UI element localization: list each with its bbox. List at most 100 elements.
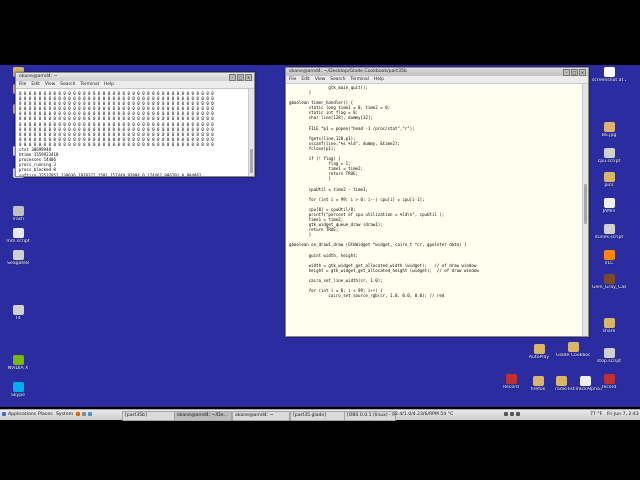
- editor-terminal-window[interactable]: okane@amd4: ~/Desktop/Glade Cookbook/par…: [285, 67, 589, 337]
- desktop-icon-left-5[interactable]: Trash: [1, 206, 35, 222]
- network-icon[interactable]: [504, 411, 508, 416]
- menu-help[interactable]: Help: [374, 76, 384, 83]
- terminal-titlebar[interactable]: okane@amd4: ~ – □ ×: [16, 73, 254, 81]
- terminal-scrollbar[interactable]: [248, 89, 254, 176]
- menu-view[interactable]: View: [45, 81, 55, 88]
- desktop-icon-label: listTrackAlpha.mps: [568, 387, 602, 392]
- terminal-line: 0 0 0 0 0 0 0 0 0 0 0 0 0 0 0 0 0 0 0 0 …: [19, 116, 214, 122]
- close-icon[interactable]: ×: [579, 69, 586, 76]
- desktop-icon-right-8[interactable]: share: [592, 318, 626, 334]
- tray-icons: [504, 411, 540, 419]
- desktop-icon-label: BS.jpg: [601, 133, 617, 138]
- script-icon: [603, 148, 615, 158]
- folder-icon: [532, 376, 544, 386]
- desktop-icon-right-4[interactable]: JAMin: [592, 198, 626, 214]
- menu-help[interactable]: Help: [104, 81, 114, 88]
- clock[interactable]: Fri Jun 7, 2:43 PM: [607, 411, 640, 419]
- editor-scrollbar-thumb[interactable]: [584, 184, 587, 224]
- desktop-icon-bottom-1[interactable]: Glade Cookbook: [556, 342, 590, 358]
- video-icon: [603, 274, 615, 284]
- menu-view[interactable]: View: [315, 76, 325, 83]
- desktop-icon-label: itunes.script: [594, 235, 624, 240]
- taskbar-task[interactable]: [OBS 0.0.1 (linux) - P...: [344, 411, 396, 421]
- applications-icon: [2, 411, 6, 416]
- taskbar-task[interactable]: [part35b]: [122, 411, 176, 421]
- desktop-icon-right-3[interactable]: pics: [592, 172, 626, 188]
- desktop-icon-right-2[interactable]: cpu.script: [592, 148, 626, 164]
- menu-file[interactable]: File: [19, 81, 26, 88]
- system-menu[interactable]: System: [56, 411, 73, 419]
- taskbar-task[interactable]: [part35.glade]: [290, 411, 348, 421]
- bottom-black-bar: [0, 420, 640, 480]
- terminal-launcher-icon[interactable]: [82, 411, 86, 416]
- terminal-scrollbar-thumb[interactable]: [250, 149, 253, 173]
- code-area[interactable]: gtk_main_quit(); } gboolean timer_handler…: [286, 84, 582, 336]
- desktop-icon-left-7[interactable]: Seagate8: [1, 250, 35, 266]
- battery-icon[interactable]: [516, 411, 520, 416]
- image-icon: [603, 67, 615, 77]
- desktop-icon-label: Glen_Gray_Casa_Loma_Stomp.mp4: [592, 285, 626, 290]
- desktop-icon-right-9[interactable]: stop.script: [592, 348, 626, 364]
- maximize-icon[interactable]: □: [237, 74, 244, 81]
- desktop-icon-bottom-0[interactable]: AutoPlay: [522, 344, 556, 360]
- desktop-icon-right-0[interactable]: screenshot at 2018-01-23 12-18-01...: [592, 67, 626, 83]
- terminal-output[interactable]: 0 0 0 0 0 0 0 0 0 0 0 0 0 0 0 0 0 0 0 0 …: [16, 89, 248, 176]
- folder-icon: [555, 376, 567, 386]
- script-icon: [603, 224, 615, 234]
- drive-icon: [12, 250, 24, 260]
- editor-titlebar[interactable]: okane@amd4: ~/Desktop/Glade Cookbook/par…: [286, 68, 588, 76]
- minimize-icon[interactable]: –: [229, 74, 236, 81]
- desktop-icon-label: T4: [15, 316, 21, 321]
- editor-scrollbar[interactable]: [582, 84, 588, 336]
- desktop-icon-label: stop.script: [596, 359, 622, 364]
- desktop-icon-label: Skype: [11, 393, 25, 398]
- desktop-icon-bottom-5[interactable]: listTrackAlpha.mps: [568, 376, 602, 392]
- system-monitor: 2.4/1.0/4.23/6/RPM 54 °C: [395, 412, 454, 417]
- desktop-icon-label: JAMin: [602, 209, 616, 214]
- nvidia-icon: [12, 355, 24, 365]
- firefox-icon[interactable]: [76, 411, 80, 416]
- editor-menubar: File Edit View Search Terminal Help: [286, 76, 588, 84]
- desktop-icon-left-6[interactable]: mm.script: [1, 228, 35, 244]
- desktop-icon-right-5[interactable]: itunes.script: [592, 224, 626, 240]
- menu-edit[interactable]: Edit: [301, 76, 310, 83]
- menu-terminal[interactable]: Terminal: [80, 81, 99, 88]
- desktop-icon-left-9[interactable]: NVIDIA X: [1, 355, 35, 371]
- launcher-icons: [76, 411, 94, 419]
- document-icon: [579, 376, 591, 386]
- desktop-icon-left-8[interactable]: T4: [1, 305, 35, 321]
- volume-icon[interactable]: [510, 411, 514, 416]
- applications-menu[interactable]: Applications: [2, 411, 36, 419]
- menu-terminal[interactable]: Terminal: [350, 76, 369, 83]
- menu-file[interactable]: File: [289, 76, 296, 83]
- desktop-icon-right-7[interactable]: Glen_Gray_Casa_Loma_Stomp.mp4: [592, 274, 626, 290]
- script-icon: [603, 348, 615, 358]
- weather[interactable]: 77 °F: [590, 411, 602, 419]
- taskbar-task[interactable]: okane@amd4: ~/De...: [174, 411, 232, 421]
- desktop-icon-right-6[interactable]: VLC: [592, 250, 626, 266]
- minimize-icon[interactable]: –: [563, 69, 570, 76]
- image-icon: [603, 122, 615, 132]
- desktop-icon-left-10[interactable]: Skype: [1, 382, 35, 398]
- maximize-icon[interactable]: □: [571, 69, 578, 76]
- record-icon: [603, 374, 615, 384]
- places-menu[interactable]: Places: [38, 411, 53, 419]
- desktop-icon-right-1[interactable]: BS.jpg: [592, 122, 626, 138]
- desktop-icon-label: mm.script: [6, 239, 30, 244]
- close-icon[interactable]: ×: [245, 74, 252, 81]
- desktop-icon-label: Glade Cookbook: [556, 353, 590, 358]
- terminal-window[interactable]: okane@amd4: ~ – □ × File Edit View Searc…: [15, 72, 255, 177]
- taskbar: Applications Places System [part35b] okan…: [0, 409, 640, 421]
- help-icon[interactable]: [88, 411, 92, 416]
- desktop-icon-label: screenshot at 2018-01-23 12-18-01...: [592, 78, 626, 83]
- terminal-line: 0 0 0 0 0 0 0 0 0 0 0 0 0 0 0 0 0 0 0 0 …: [19, 121, 214, 127]
- desktop: Trash mm.script Seagate8 T4 NVIDIA X Skype sc…: [0, 0, 640, 480]
- desktop-icon-label: VLC: [604, 261, 614, 266]
- desktop-icon-label: NVIDIA X: [7, 366, 29, 371]
- menu-search[interactable]: Search: [330, 76, 345, 83]
- taskbar-task[interactable]: okane@amd4: ~: [232, 411, 290, 421]
- menu-edit[interactable]: Edit: [31, 81, 40, 88]
- menu-search[interactable]: Search: [60, 81, 75, 88]
- trash-icon: [12, 206, 24, 216]
- folder-icon: [603, 318, 615, 328]
